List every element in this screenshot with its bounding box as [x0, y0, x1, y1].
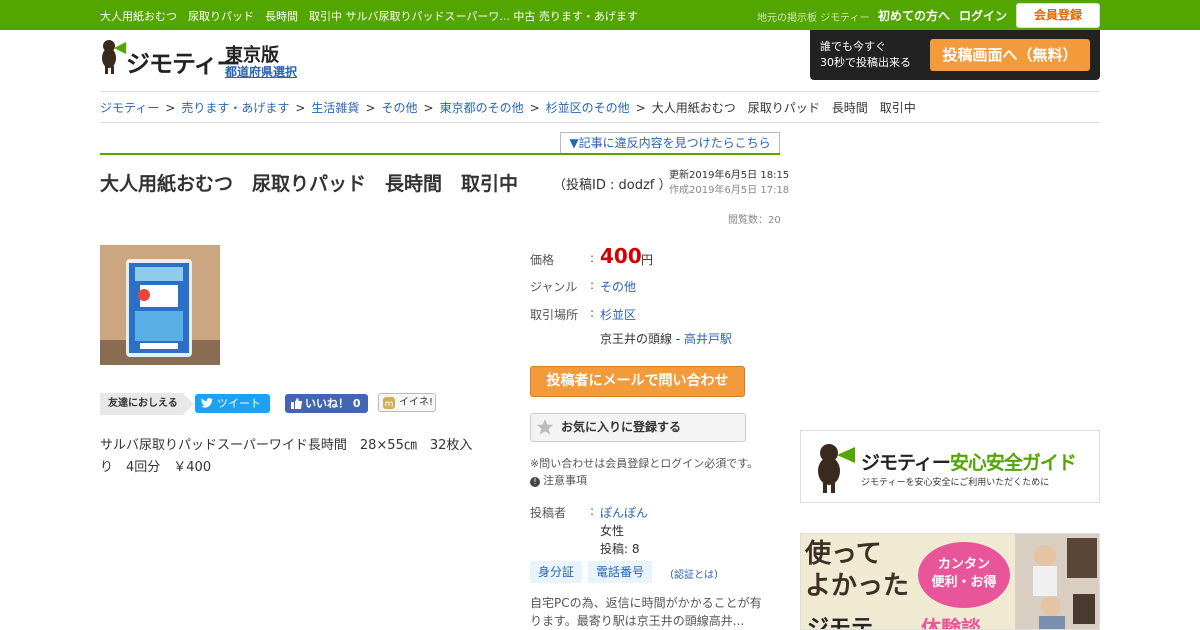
inquiry-note: ※問い合わせは会員登録とログイン必須です。 — [530, 457, 759, 470]
poster-label: 投稿者 — [530, 506, 567, 520]
experience-banner[interactable]: 使って よかった カンタン 便利・お得 ジモテ 体験談 — [800, 533, 1100, 630]
facebook-like-button[interactable]: いいね！ 0 — [285, 394, 368, 413]
divider — [100, 122, 1100, 123]
safety-guide-banner[interactable]: ジモティー安心安全ガイド ジモティーを安心安全にご利用いただくために — [800, 430, 1100, 503]
colon: : — [590, 306, 595, 320]
poster-comment: 自宅PCの為、返信に時間がかかることが有ります。最寄り駅は京王井の頭線高井... — [530, 596, 762, 628]
mascot-icon — [818, 444, 855, 493]
station-link[interactable]: 高井戸駅 — [684, 332, 732, 346]
poster-gender: 女性 — [600, 524, 625, 538]
genre-label: ジャンル — [530, 280, 578, 294]
created-date: 作成2019年6月5日 17:18 — [669, 185, 790, 196]
item-description: サルバ尿取りパッドスーパーワイド長時間 28×55㎝ 32枚入り 4回分 ￥40… — [100, 438, 473, 475]
page-title: 大人用紙おむつ 尿取りパッド 長時間 取引中 — [100, 173, 519, 195]
first-time-link[interactable]: 初めての方へ — [878, 7, 950, 24]
tweet-button[interactable]: ツイート — [195, 394, 270, 413]
logo-text[interactable]: ジモティー — [126, 44, 241, 79]
phone-verified-badge: 電話番号 — [588, 561, 653, 583]
thumbs-up-icon — [291, 398, 302, 409]
post-banner-button[interactable]: 投稿画面へ（無料） — [930, 39, 1090, 71]
register-button[interactable]: 会員登録 — [1016, 3, 1100, 28]
mixi-iine-button[interactable]: m イイネ! — [378, 393, 436, 412]
breadcrumb-category[interactable]: 売ります・あげます — [181, 101, 289, 115]
auth-info: （認証とは） — [664, 570, 724, 581]
auth-what-link[interactable]: 認証とは — [674, 570, 714, 581]
experience-photo — [1015, 534, 1099, 629]
experience-brand: ジモテ — [807, 616, 874, 630]
site-tagline: 地元の掲示板 ジモティー — [757, 13, 870, 24]
contact-by-mail-button[interactable]: 投稿者にメールで問い合わせ — [530, 366, 745, 397]
twitter-icon — [201, 398, 213, 408]
station-line: 京王井の頭線 - 高井戸駅 — [600, 332, 732, 346]
place-label: 取引場所 — [530, 308, 579, 322]
safety-guide-title: ジモティー安心安全ガイド — [861, 452, 1077, 474]
prefecture-select-link[interactable]: 都道府県選択 — [225, 63, 297, 80]
svg-text:m: m — [385, 400, 394, 410]
post-id: （投稿ID : dodzf ） — [553, 178, 672, 193]
experience-tail: 体験談 — [921, 616, 981, 630]
price-unit: 円 — [641, 253, 654, 267]
poster-post-count: 投稿: 8 — [600, 542, 640, 556]
price-value: 400 — [600, 244, 642, 268]
star-icon — [536, 419, 554, 435]
price-label: 価格 — [530, 253, 555, 267]
genre-link[interactable]: その他 — [600, 278, 636, 295]
login-link[interactable]: ログイン — [959, 7, 1007, 24]
colon: : — [590, 251, 595, 265]
breadcrumb-home[interactable]: ジモティー — [100, 101, 159, 115]
share-label: 友達におしえる — [100, 393, 194, 415]
breadcrumb-ward[interactable]: 杉並区のその他 — [546, 101, 630, 115]
item-photo[interactable] — [100, 245, 220, 365]
add-favorite-button[interactable]: お気に入りに登録する — [530, 413, 746, 442]
experience-bubble: カンタン 便利・お得 — [918, 542, 1010, 608]
poster-name-link[interactable]: ぽんぽん — [600, 504, 648, 521]
experience-title: 使って よかった — [805, 539, 910, 601]
caution-link[interactable]: ! 注意事項 — [530, 472, 587, 488]
breadcrumb-prefecture[interactable]: 東京都のその他 — [440, 101, 524, 115]
colon: : — [590, 504, 595, 518]
report-violation-link[interactable]: ▼記事に違反内容を見つけたらこちら — [560, 132, 780, 154]
divider — [100, 91, 1100, 92]
title-rule — [100, 153, 780, 155]
post-banner[interactable]: 誰でも今すぐ 30秒で投稿出来る 投稿画面へ（無料） — [810, 30, 1100, 80]
breadcrumb-current: 大人用紙おむつ 尿取りパッド 長時間 取引中 — [651, 101, 916, 115]
view-count: 閲覧数：20 — [728, 215, 781, 226]
mixi-icon: m — [383, 397, 395, 409]
post-banner-text: 誰でも今すぐ 30秒で投稿出来る — [820, 40, 911, 69]
safety-guide-subtitle: ジモティーを安心安全にご利用いただくために — [861, 478, 1050, 488]
breadcrumb-genre[interactable]: その他 — [382, 101, 418, 115]
place-link[interactable]: 杉並区 — [600, 306, 636, 323]
updated-date: 更新2019年6月5日 18:15 — [669, 170, 790, 181]
id-verified-badge: 身分証 — [530, 561, 583, 583]
top-bar: 大人用紙おむつ 尿取りパッド 長時間 取引中 サルバ尿取りパッドスーパーワ...… — [0, 0, 1200, 30]
colon: : — [590, 278, 595, 292]
breadcrumb: ジモティー > 売ります・あげます > 生活雑貨 > その他 > 東京都のその他 > 杉並区のその他… — [100, 101, 916, 115]
info-icon: ! — [530, 477, 540, 487]
breadcrumb-subcategory[interactable]: 生活雑貨 — [311, 101, 359, 115]
page-title-bar: 大人用紙おむつ 尿取りパッド 長時間 取引中 サルバ尿取りパッドスーパーワ...… — [100, 10, 638, 23]
